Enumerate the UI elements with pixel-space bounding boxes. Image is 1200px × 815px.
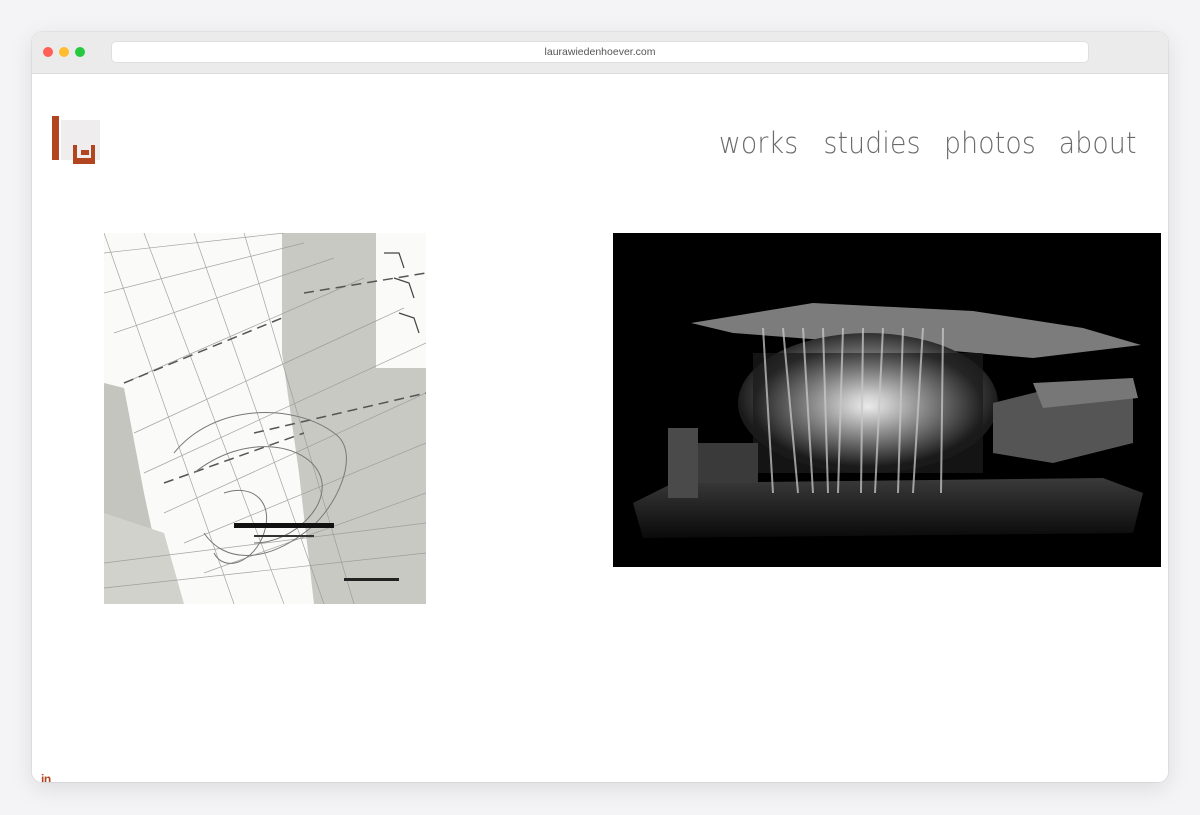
model-render-image[interactable] — [613, 233, 1161, 567]
site-plan-drawing — [103, 232, 427, 605]
maximize-window-button[interactable] — [75, 47, 85, 57]
nav-about-link[interactable]: about — [1059, 126, 1137, 160]
model-render — [613, 233, 1161, 567]
close-window-button[interactable] — [43, 47, 53, 57]
address-bar[interactable]: laurawiedenhoever.com — [111, 41, 1089, 63]
nav-works-link[interactable]: works — [719, 126, 798, 160]
linkedin-icon[interactable]: in — [41, 772, 51, 782]
minimize-window-button[interactable] — [59, 47, 69, 57]
lw-monogram-logo-icon — [52, 116, 100, 164]
browser-window: laurawiedenhoever.com works studies phot… — [32, 32, 1168, 782]
browser-titlebar: laurawiedenhoever.com — [32, 32, 1168, 74]
nav-studies-link[interactable]: studies — [823, 126, 920, 160]
site-plan-image[interactable] — [103, 232, 427, 605]
site-logo[interactable] — [52, 114, 100, 168]
main-nav: works studies photos about — [712, 126, 1137, 160]
nav-photos-link[interactable]: photos — [944, 126, 1036, 160]
page-content: works studies photos about in — [32, 74, 1168, 782]
